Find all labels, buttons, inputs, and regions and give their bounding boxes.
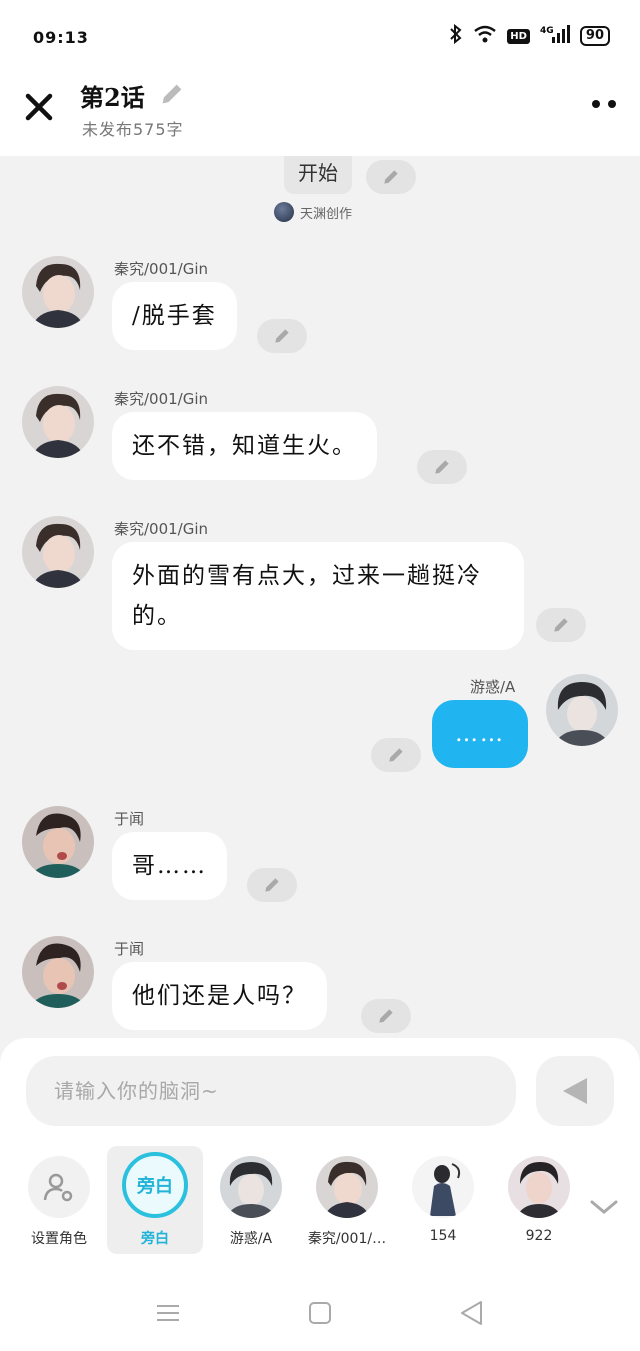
message-bubble[interactable]: …… [432,700,528,768]
role-avatar [316,1156,378,1218]
pencil-icon [265,878,279,892]
pencil-icon [162,84,182,104]
svg-text:4G: 4G [540,26,554,36]
role-youhuo[interactable]: 游惑/A [206,1146,296,1254]
pencil-icon [389,748,403,762]
person-settings-icon [28,1156,90,1218]
role-label: 旁白 [141,1231,169,1247]
message-bubble[interactable]: 哥…… [112,832,227,900]
message-bubble[interactable]: 他们还是人吗？ [112,962,327,1030]
back-triangle-icon [461,1301,482,1325]
pencil-icon [275,329,289,343]
more-options-button[interactable] [592,100,616,108]
back-button[interactable] [457,1298,487,1328]
role-label: 922 [525,1228,553,1244]
edit-message-button[interactable] [257,319,307,353]
role-154[interactable]: 154 [398,1146,488,1254]
start-marker: 开始 [284,156,352,194]
speaker-name: 秦究/001/Gin [114,520,209,538]
narrator-badge: 旁白 [122,1152,188,1218]
editor-header: 第2话 未发布575字 [0,72,640,156]
avatar-youhuo[interactable] [546,674,618,746]
role-label: 设置角色 [31,1231,87,1247]
system-nav-bar [0,1278,640,1351]
status-time: 09:13 [33,28,89,47]
speaker-name: 秦究/001/Gin [114,390,209,408]
role-label: 154 [429,1228,457,1244]
pencil-icon [435,460,449,474]
dot-icon [608,100,616,108]
message-bubble[interactable]: 还不错，知道生火。 [112,412,377,480]
cellular-signal-icon: 4G [540,24,570,48]
role-set-roles[interactable]: 设置角色 [14,1146,104,1254]
publish-status: 未发布575字 [82,120,184,139]
edit-message-button[interactable] [536,608,586,642]
dot-icon [592,100,600,108]
hd-badge: HD [507,28,530,44]
chat-area[interactable]: 开始 天渊创作 秦究/001/Gin /脱手套 秦究/001/Gin 还不错，知… [0,156,640,1040]
creator-name: 天渊创作 [300,206,353,222]
pencil-icon [379,1009,393,1023]
avatar-qinjiu[interactable] [22,516,94,588]
recent-apps-button[interactable] [153,1298,183,1328]
status-bar: 09:13 HD 4G 90 [0,0,640,72]
message-input[interactable]: 请输入你的脑洞~ [26,1056,516,1126]
edit-start-button[interactable] [366,160,416,194]
avatar-yuwen[interactable] [22,936,94,1008]
role-narrator[interactable]: 旁白 旁白 [107,1146,203,1254]
edit-message-button[interactable] [361,999,411,1033]
battery-indicator: 90 [579,26,610,46]
avatar-qinjiu[interactable] [22,386,94,458]
role-avatar [220,1156,282,1218]
send-icon [563,1078,587,1104]
role-label: 游惑/A [229,1231,273,1247]
speaker-name: 游惑/A [470,678,516,696]
close-button[interactable] [22,90,56,124]
home-button[interactable] [305,1298,335,1328]
role-avatar [508,1156,570,1218]
edit-message-button[interactable] [417,450,467,484]
speaker-name: 于闻 [114,940,145,958]
role-label: 秦究/001/… [307,1231,387,1247]
speaker-name: 于闻 [114,810,145,828]
role-922[interactable]: 922 [494,1146,584,1254]
pencil-icon [554,618,568,632]
edit-message-button[interactable] [247,868,297,902]
edit-title-button[interactable] [158,80,186,108]
edit-message-button[interactable] [371,738,421,772]
home-square-icon [309,1302,331,1324]
close-icon [25,93,53,121]
creator-avatar [274,202,294,222]
status-icons: HD 4G 90 [449,23,610,48]
avatar-yuwen[interactable] [22,806,94,878]
creator-credit: 天渊创作 [274,202,352,222]
menu-icon [157,1305,179,1321]
speaker-name: 秦究/001/Gin [114,260,209,278]
role-avatar [412,1156,474,1218]
avatar-qinjiu[interactable] [22,256,94,328]
role-selector: 设置角色 旁白 旁白 游惑/A 秦究/001/… 154 922 [0,1146,640,1256]
bluetooth-icon [449,23,463,48]
message-bubble[interactable]: 外面的雪有点大，过来一趟挺冷的。 [112,542,524,650]
pencil-icon [384,170,398,184]
wifi-icon [473,25,497,47]
chapter-title[interactable]: 第2话 [80,78,145,113]
expand-roles-button[interactable] [588,1196,620,1218]
send-button[interactable] [536,1056,614,1126]
role-qinjiu[interactable]: 秦究/001/… [302,1146,392,1254]
message-bubble[interactable]: /脱手套 [112,282,237,350]
chevron-down-icon [590,1200,618,1214]
